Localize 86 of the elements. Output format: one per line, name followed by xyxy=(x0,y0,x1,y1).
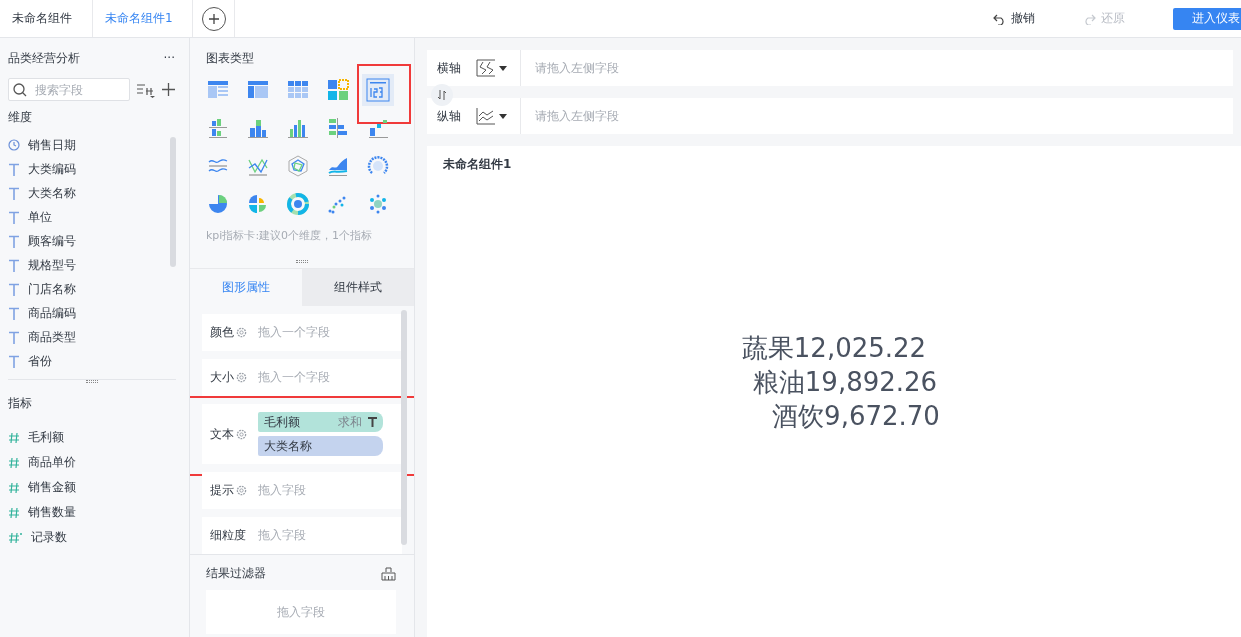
axis-label: 纵轴 xyxy=(436,107,462,125)
axis-label: 横轴 xyxy=(436,59,462,77)
field-item[interactable]: 毛利额 xyxy=(28,429,64,446)
section-title: 结果过滤器 xyxy=(206,565,266,582)
field-name: 毛利额 xyxy=(264,413,301,431)
section-title: 图表类型 xyxy=(206,51,254,65)
highlight-frame xyxy=(357,64,411,124)
undo-icon xyxy=(993,12,1006,25)
gear-icon[interactable] xyxy=(236,327,247,338)
text-type-icon xyxy=(8,234,20,248)
add-icon[interactable] xyxy=(162,83,175,96)
hash-icon xyxy=(8,531,23,544)
radar-chart-icon xyxy=(286,154,310,178)
field-item[interactable]: 商品类型 xyxy=(28,328,76,346)
ring-chart-icon xyxy=(286,192,310,216)
undo-button[interactable]: 撤销 xyxy=(993,0,1035,37)
search-icon xyxy=(13,82,27,97)
aggregate-label: 求和 xyxy=(338,413,362,431)
clock-icon xyxy=(8,139,20,151)
axis-chart-icon xyxy=(475,58,497,78)
kpi-value: 粮油19,892.26 xyxy=(752,366,938,399)
text-type-icon xyxy=(8,186,20,200)
property-label: 颜色 xyxy=(210,324,234,341)
more-button[interactable]: ··· xyxy=(163,51,175,65)
hash-icon xyxy=(8,481,20,494)
field-pill[interactable]: 毛利额 求和 xyxy=(258,412,383,432)
field-item[interactable]: 规格型号 xyxy=(28,256,76,274)
section-title: 指标 xyxy=(8,394,33,412)
kpi-value: 蔬果12,025.22 xyxy=(741,332,927,365)
search-field[interactable]: 搜索字段 xyxy=(8,78,130,101)
pie-chart-icon xyxy=(206,192,230,216)
line-chart-icon xyxy=(475,106,497,126)
hint-text: kpi指标卡:建议0个维度，1个指标 xyxy=(205,228,374,244)
field-item[interactable]: 记录数 xyxy=(31,529,67,546)
text-type-icon xyxy=(8,282,20,296)
caret-icon xyxy=(499,65,507,71)
field-item[interactable]: 商品单价 xyxy=(28,454,76,471)
section-title: 维度 xyxy=(8,108,33,126)
field-item[interactable]: 顾客编号 xyxy=(28,232,76,250)
field-item[interactable]: 销售金额 xyxy=(28,479,76,496)
hbar-chart-icon xyxy=(326,116,350,140)
field-item[interactable]: 门店名称 xyxy=(28,280,76,298)
panel-title: 品类经营分析 xyxy=(8,49,80,67)
caret-icon xyxy=(499,113,507,119)
component-title: 未命名组件1 xyxy=(442,156,513,173)
field-item[interactable]: 大类编码 xyxy=(28,160,76,178)
hash-icon xyxy=(8,456,20,469)
property-label: 提示 xyxy=(210,482,234,499)
chart-type-option[interactable] xyxy=(362,74,394,106)
search-input[interactable]: 搜索字段 xyxy=(33,81,123,98)
tab[interactable]: 组件样式 xyxy=(302,269,414,306)
kpi-value: 酒饮9,672.70 xyxy=(772,400,940,433)
add-button[interactable] xyxy=(201,6,226,31)
field-pill[interactable]: 大类名称 xyxy=(258,436,383,456)
field-item[interactable]: 省份 xyxy=(28,352,52,370)
gear-icon[interactable] xyxy=(236,372,247,383)
gear-icon[interactable] xyxy=(236,485,247,496)
plus-icon xyxy=(207,12,220,25)
kpi-card-icon xyxy=(366,78,390,102)
property-label: 文本 xyxy=(210,425,234,443)
swap-icon xyxy=(437,90,447,100)
field-item[interactable]: 商品编码 xyxy=(28,304,76,322)
enter-dashboard-button[interactable]: 进入仪表 xyxy=(1173,7,1241,30)
text-type-icon xyxy=(8,162,20,176)
chart-type-dropdown[interactable] xyxy=(475,98,521,134)
field-name: 大类名称 xyxy=(264,437,313,455)
heatgrid-chart-icon xyxy=(326,78,350,102)
text-type-icon xyxy=(8,330,20,344)
property-label: 细粒度 xyxy=(210,527,246,544)
sort-icon[interactable] xyxy=(136,81,156,98)
gear-icon[interactable] xyxy=(236,428,247,440)
text-type-icon xyxy=(8,306,20,320)
chart-type-dropdown[interactable] xyxy=(475,50,521,86)
text-type-icon xyxy=(8,258,20,272)
field-item[interactable]: 大类名称 xyxy=(28,184,76,202)
redo-icon xyxy=(1083,12,1096,25)
broom-icon[interactable] xyxy=(381,566,396,581)
field-item[interactable]: 销售日期 xyxy=(28,136,76,154)
hash-icon xyxy=(8,431,20,444)
groupbar-chart-icon xyxy=(206,116,230,140)
property-label: 大小 xyxy=(210,369,234,386)
text-type-icon xyxy=(8,354,20,368)
text-type-icon xyxy=(8,210,20,224)
field-item[interactable]: 销售数量 xyxy=(28,504,76,521)
hash-icon xyxy=(8,506,20,519)
field-item[interactable]: 单位 xyxy=(28,208,52,226)
